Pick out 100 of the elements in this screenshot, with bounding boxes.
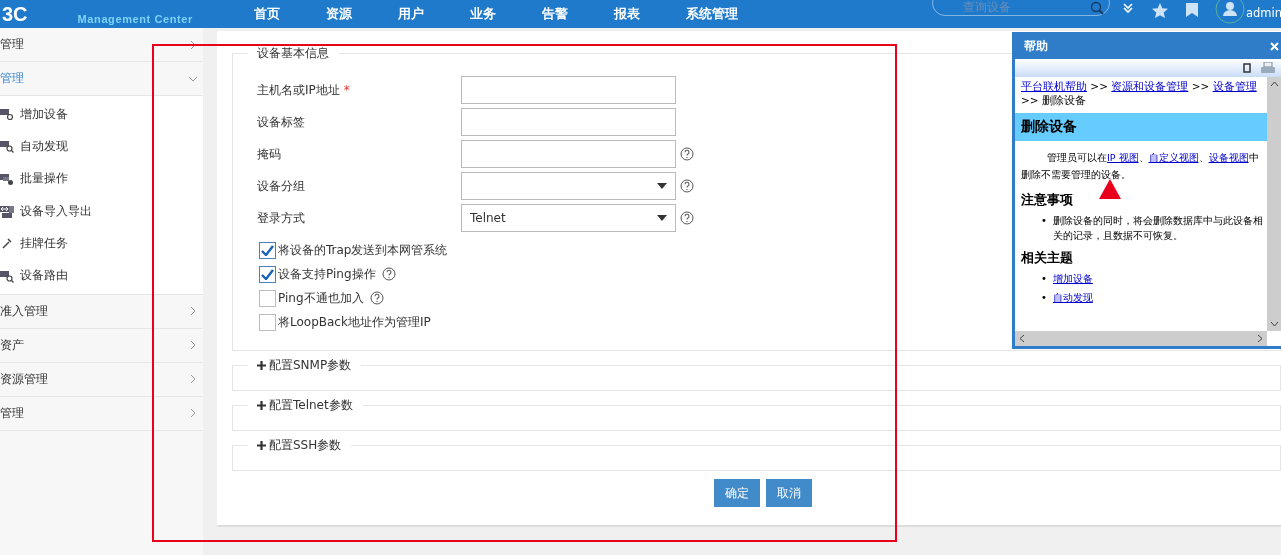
sidebar-subitem[interactable]: 批量操作 (0, 162, 203, 195)
checkbox[interactable] (259, 265, 276, 283)
search-icon[interactable] (1090, 1, 1104, 15)
bullet: • (1041, 214, 1047, 228)
help-icon[interactable] (381, 267, 396, 281)
chevron-right-icon (189, 375, 197, 384)
checkbox-label: Ping不通也加入 (278, 289, 364, 307)
bullet: • (1041, 272, 1047, 286)
help-icon[interactable] (369, 291, 384, 305)
confirm-button[interactable]: 确定 (714, 479, 760, 507)
sidebar-item[interactable]: 资源管理 (0, 362, 203, 397)
avatar-icon[interactable] (1215, 0, 1245, 24)
scroll-up-icon[interactable] (1269, 81, 1279, 87)
breadcrumb-text: >> (1021, 94, 1039, 106)
nav-link[interactable]: 资源 (325, 5, 398, 23)
checkbox-label: 设备支持Ping操作 (278, 265, 376, 283)
input-field[interactable] (461, 108, 676, 136)
logo-subtitle: Management Center (77, 13, 194, 25)
breadcrumb-text: >> (1191, 80, 1210, 92)
breadcrumb-link[interactable]: 资源和设备管理 (1111, 80, 1189, 92)
scroll-left-icon[interactable] (1019, 334, 1025, 343)
section-title: 设备基本信息 (257, 45, 329, 62)
nav-link[interactable]: 用户 (397, 5, 470, 23)
section-toggle[interactable]: 配置Telnet参数 (247, 397, 363, 414)
chevron-down-icon (189, 74, 197, 83)
checkbox[interactable] (259, 289, 276, 307)
nav-link[interactable]: 报表 (613, 5, 686, 23)
double-chevron-down-icon[interactable] (1122, 2, 1134, 14)
horizontal-scrollbar[interactable] (1015, 331, 1267, 346)
vertical-scrollbar[interactable] (1267, 77, 1281, 331)
scroll-right-icon[interactable] (1257, 334, 1263, 343)
select-field[interactable]: Telnet (461, 204, 676, 232)
sidebar-item[interactable]: 准入管理 (0, 294, 203, 329)
wrench-icon (0, 236, 14, 251)
section-toggle[interactable]: 配置SNMP参数 (247, 357, 362, 374)
help-link[interactable]: 自动发现 (1052, 290, 1093, 305)
sidebar-item[interactable]: 管理 (0, 396, 203, 431)
help-note: 删除设备的同时，将会删除数据库中与此设备相关的记录，且数据不可恢复。 (1052, 214, 1264, 243)
plus-icon (257, 401, 266, 410)
plus-icon (257, 361, 266, 370)
breadcrumb-text: 删除设备 (1041, 94, 1086, 106)
star-icon[interactable] (1151, 3, 1169, 19)
breadcrumb-link[interactable]: 平台联机帮助 (1021, 80, 1087, 92)
checkbox-label: 将设备的Trap发送到本网管系统 (278, 241, 448, 259)
monitor-gear-icon (0, 107, 14, 122)
checkbox-label: 将LoopBack地址作为管理IP (278, 313, 431, 331)
plus-icon (257, 441, 266, 450)
nav-link[interactable]: 首页 (253, 5, 326, 23)
caret-icon (657, 215, 667, 221)
sidebar-subitem[interactable]: 设备路由 (0, 259, 203, 292)
sidebar-subitem[interactable]: 设备导入导出 (0, 194, 203, 228)
help-paragraph: 管理员可以在IP 视图、自定义视图、设备视图中删除不需要管理的设备。 (1021, 149, 1263, 183)
window-icon[interactable] (1243, 63, 1251, 73)
field-label: 主机名或IP地址 * (257, 81, 351, 99)
field-label: 设备分组 (257, 177, 306, 195)
breadcrumb-link[interactable]: 设备管理 (1212, 80, 1257, 92)
sidebar-subitem[interactable]: 挂牌任务 (0, 227, 203, 260)
close-icon[interactable] (1270, 41, 1279, 51)
sidebar-subitem[interactable]: 自动发现 (0, 130, 203, 163)
chevron-right-icon (189, 40, 197, 49)
devices-gear-icon (0, 171, 14, 186)
checkbox[interactable] (259, 241, 276, 259)
breadcrumb-text: >> (1090, 80, 1108, 92)
printer-icon[interactable] (1261, 62, 1275, 74)
help-subheading: 注意事项 (1020, 191, 1074, 209)
caret-icon (657, 183, 667, 189)
help-icon[interactable] (680, 179, 694, 193)
field-label: 掩码 (257, 145, 282, 163)
help-link[interactable]: 设备视图 (1208, 152, 1249, 163)
bullet: • (1041, 291, 1047, 305)
checkbox[interactable] (259, 313, 276, 331)
cancel-button[interactable]: 取消 (766, 479, 812, 507)
help-heading: 删除设备 (1015, 113, 1267, 141)
scroll-down-icon[interactable] (1269, 321, 1279, 327)
nav-link[interactable]: 业务 (469, 5, 542, 23)
help-link[interactable]: 增加设备 (1052, 271, 1093, 286)
chevron-right-icon (189, 307, 197, 316)
user-name[interactable]: admin (1246, 6, 1281, 20)
help-icon[interactable] (680, 211, 694, 225)
field-label: 登录方式 (257, 209, 306, 227)
window-title: 帮助 (1024, 37, 1048, 55)
select-field[interactable] (461, 172, 676, 200)
help-icon[interactable] (680, 147, 694, 161)
chevron-right-icon (189, 341, 197, 350)
input-field[interactable] (461, 76, 676, 104)
input-field[interactable] (461, 140, 676, 168)
sidebar-item[interactable]: 资产 (0, 328, 203, 363)
section-toggle[interactable]: 配置SSH参数 (247, 437, 352, 454)
sidebar-item[interactable]: 管理 (0, 28, 203, 62)
nav-link[interactable]: 系统管理 (685, 5, 758, 23)
nav-link[interactable]: 告警 (541, 5, 614, 23)
help-subheading: 相关主题 (1020, 249, 1074, 267)
sidebar-subitem[interactable]: 增加设备 (0, 98, 203, 131)
monitor-magnifier-icon (0, 139, 14, 154)
chevron-right-icon (189, 409, 197, 418)
help-link[interactable]: 自定义视图 (1148, 152, 1199, 163)
help-link[interactable]: IP 视图 (1107, 152, 1139, 163)
logo: 3C (2, 2, 28, 26)
field-label: 设备标签 (257, 113, 306, 131)
bookmark-icon[interactable] (1186, 3, 1198, 17)
